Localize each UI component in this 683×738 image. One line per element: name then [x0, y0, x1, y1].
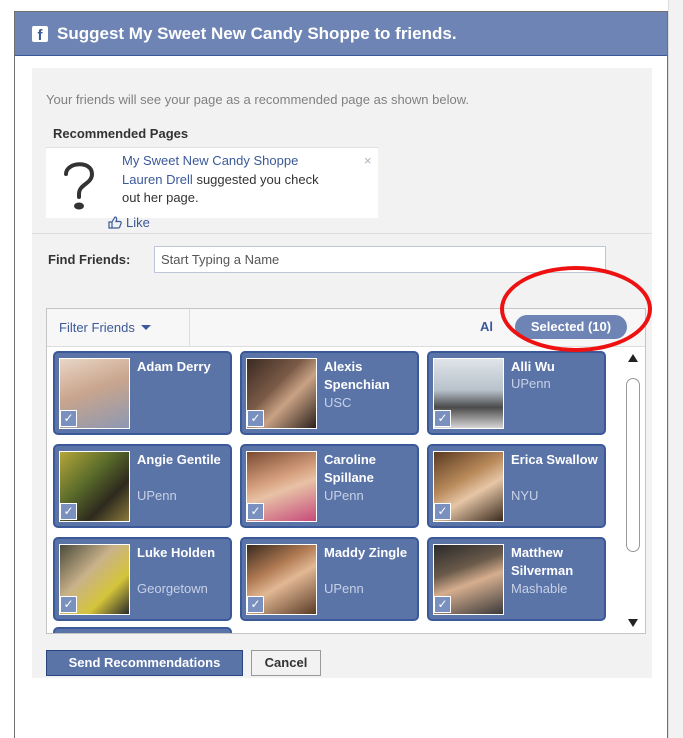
scrollbar[interactable]	[625, 353, 641, 630]
friend-name: Adam Derry	[137, 359, 211, 374]
recommended-pages-preview: Recommended Pages My Sweet New Candy Sho…	[46, 120, 378, 218]
friend-card[interactable]: ✓ Alexis Spenchian USC	[240, 351, 419, 435]
friend-network: NYU	[511, 488, 539, 503]
checkmark-icon[interactable]: ✓	[247, 596, 264, 613]
tab-all[interactable]: Al	[480, 319, 493, 334]
checkmark-icon[interactable]: ✓	[60, 596, 77, 613]
friend-network: UPenn	[324, 581, 364, 596]
checkmark-icon[interactable]: ✓	[60, 410, 77, 427]
friend-network: Georgetown	[137, 581, 208, 596]
friend-card[interactable]: ✓ Alli Wu UPenn	[427, 351, 606, 435]
like-label: Like	[126, 215, 150, 230]
friend-network: USC	[324, 395, 352, 410]
scroll-thumb[interactable]	[626, 378, 640, 552]
friend-name: Erica Swallow	[511, 452, 598, 467]
dialog-title: Suggest My Sweet New Candy Shoppe to fri…	[57, 24, 457, 43]
checkmark-icon[interactable]: ✓	[434, 503, 451, 520]
friend-card[interactable]: ✓ Adam Derry	[53, 351, 232, 435]
cancel-button[interactable]: Cancel	[251, 650, 321, 676]
scroll-up-arrow-icon[interactable]	[628, 354, 638, 362]
suggester-name[interactable]: Lauren Drell	[122, 172, 193, 187]
tab-selected[interactable]: Selected (10)	[515, 315, 627, 339]
friend-card[interactable]: ✓ Maddy Zingle UPenn	[240, 537, 419, 621]
dialog-header: f Suggest My Sweet New Candy Shoppe to f…	[15, 12, 667, 56]
chevron-down-icon	[140, 325, 151, 330]
checkmark-icon[interactable]: ✓	[60, 503, 77, 520]
recommended-pages-title: Recommended Pages	[53, 126, 189, 141]
checkmark-icon[interactable]: ✓	[247, 503, 264, 520]
suggest-dialog: f Suggest My Sweet New Candy Shoppe to f…	[14, 11, 668, 738]
dialog-body: Your friends will see your page as a rec…	[32, 68, 652, 678]
friend-card[interactable]: ✓ Caroline Spillane UPenn	[240, 444, 419, 528]
send-recommendations-button[interactable]: Send Recommendations	[46, 650, 243, 676]
page-background-edge	[668, 0, 683, 738]
friend-network: Mashable	[511, 581, 568, 596]
close-icon[interactable]: ×	[364, 153, 372, 168]
friend-card[interactable]: ✓ Matthew Silverman Mashable	[427, 537, 606, 621]
friend-name: Alexis Spenchian	[324, 359, 390, 392]
friend-name: Matthew Silverman	[511, 545, 574, 578]
checkmark-icon[interactable]: ✓	[434, 410, 451, 427]
friends-panel: Filter Friends Al Selected (10) ✓ Adam D…	[46, 308, 646, 634]
filter-friends-button[interactable]: Filter Friends	[47, 309, 190, 346]
friend-name: Luke Holden	[137, 545, 216, 560]
checkmark-icon[interactable]: ✓	[247, 410, 264, 427]
friends-toolbar: Filter Friends Al Selected (10)	[47, 309, 645, 347]
recommendation-message: Lauren Drell suggested you check out her…	[122, 171, 332, 207]
question-mark-icon	[46, 150, 112, 216]
friend-grid: ✓ Adam Derry ✓ Alexis Spenchian USC ✓ Al…	[53, 351, 613, 633]
friend-network: UPenn	[324, 488, 364, 503]
divider	[32, 233, 652, 234]
friend-network: UPenn	[511, 376, 551, 391]
friend-card[interactable]: ✓ Luke Holden Georgetown	[53, 537, 232, 621]
scroll-down-arrow-icon[interactable]	[628, 619, 638, 627]
friend-network: UPenn	[137, 488, 177, 503]
recommended-pages-header: Recommended Pages	[46, 120, 378, 148]
thumbs-up-icon	[108, 216, 122, 229]
friend-name: Angie Gentile	[137, 452, 221, 467]
friend-name: Maddy Zingle	[324, 545, 408, 560]
find-friends-input[interactable]	[154, 246, 606, 273]
filter-friends-label: Filter Friends	[59, 320, 135, 335]
friend-name: Caroline Spillane	[324, 452, 377, 485]
intro-text: Your friends will see your page as a rec…	[46, 92, 469, 107]
friend-card-partial[interactable]	[53, 627, 232, 633]
like-link[interactable]: Like	[108, 215, 150, 230]
friend-card[interactable]: ✓ Angie Gentile UPenn	[53, 444, 232, 528]
facebook-logo-icon: f	[32, 26, 48, 42]
recommended-page-link[interactable]: My Sweet New Candy Shoppe	[122, 153, 298, 168]
checkmark-icon[interactable]: ✓	[434, 596, 451, 613]
friend-name: Alli Wu	[511, 359, 555, 374]
friend-card[interactable]: ✓ Erica Swallow NYU	[427, 444, 606, 528]
find-friends-label: Find Friends:	[48, 252, 131, 267]
